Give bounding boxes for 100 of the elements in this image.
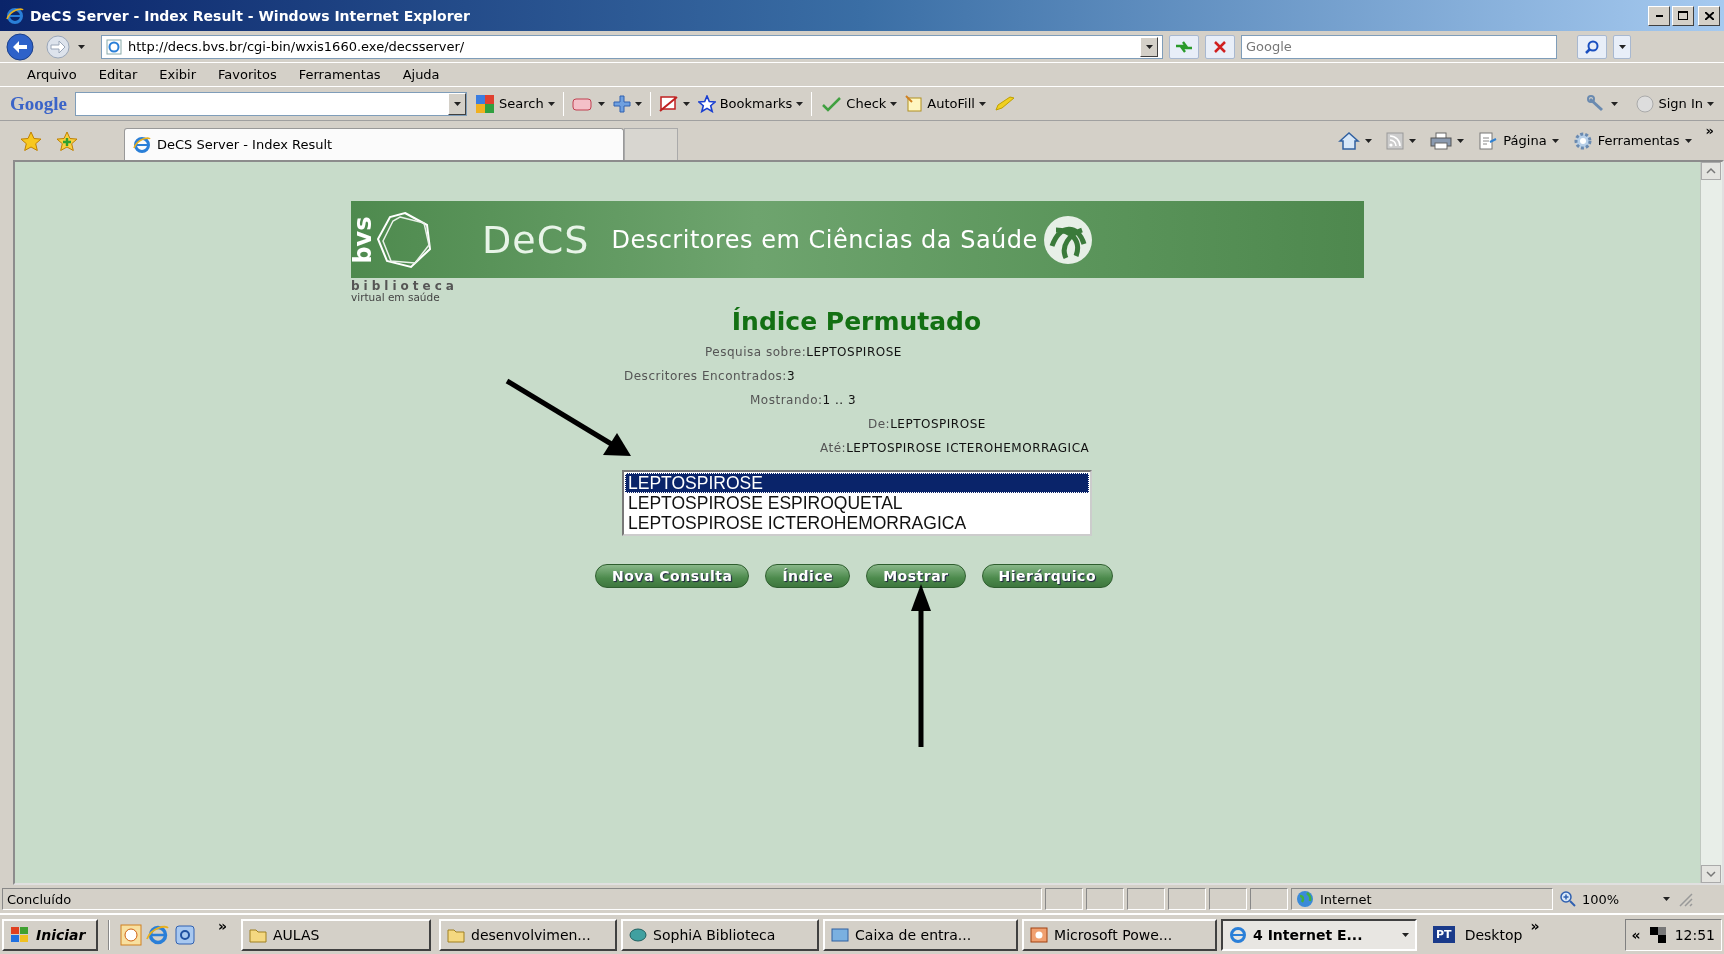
form-button[interactable]: Nova Consulta	[595, 564, 750, 588]
form-button[interactable]: Mostrar	[866, 564, 966, 588]
menu-item[interactable]: Ferramentas	[298, 67, 381, 82]
language-indicator[interactable]: PT	[1433, 926, 1455, 943]
toolbar-button[interactable]: Ferramentas	[1597, 133, 1680, 148]
caret-icon[interactable]	[1663, 897, 1670, 901]
caret-icon[interactable]	[682, 101, 690, 106]
search-button[interactable]	[1577, 34, 1607, 59]
browser-icon[interactable]	[146, 923, 170, 946]
caret-icon[interactable]	[1145, 44, 1153, 49]
taskbar-button[interactable]: 4 Internet E...	[1221, 918, 1418, 951]
taskbar-button[interactable]: Microsoft Powe...	[1022, 918, 1218, 951]
list-option[interactable]: LEPTOSPIROSE ESPIROQUETAL	[625, 493, 1089, 513]
caret-icon[interactable]	[1457, 138, 1465, 143]
dropdown-button[interactable]	[1140, 36, 1158, 57]
menu-item[interactable]: Favoritos	[218, 67, 277, 82]
list-option[interactable]: LEPTOSPIROSE	[625, 473, 1089, 493]
taskbar-label[interactable]: Desktop	[1464, 926, 1523, 943]
blocked-popup-icon[interactable]	[658, 94, 679, 113]
toolbar-search-field[interactable]	[75, 91, 467, 116]
menu-item[interactable]: Ajuda	[402, 67, 440, 82]
caret-icon[interactable]	[796, 101, 804, 106]
form-button[interactable]: Hierárquico	[981, 564, 1113, 588]
caret-icon[interactable]	[597, 101, 605, 106]
caret-icon[interactable]	[78, 44, 85, 49]
browser-icon	[1229, 925, 1248, 944]
clock-icon[interactable]	[120, 923, 142, 946]
dropdown-button[interactable]	[448, 92, 466, 115]
caret-icon[interactable]	[978, 101, 986, 106]
field-label: Descritores Encontrados:	[624, 369, 787, 383]
refresh-button[interactable]	[1169, 34, 1199, 59]
maximize-button[interactable]	[1672, 5, 1694, 26]
window-icon[interactable]	[174, 923, 196, 946]
field-value: LEPTOSPIROSE	[806, 345, 902, 359]
caret-icon[interactable]	[1707, 101, 1714, 106]
toolbar-button[interactable]: AutoFill	[927, 96, 975, 111]
caret-icon[interactable]	[1409, 138, 1417, 143]
field-value: LEPTOSPIROSE	[890, 417, 986, 431]
toolbar-button[interactable]: Sign In	[1658, 96, 1703, 111]
taskbar-button[interactable]: SophiA Biblioteca	[621, 918, 820, 951]
results-listbox[interactable]: LEPTOSPIROSE LEPTOSPIROSE ESPIROQUETAL LEPTOSPIROSE ICTEROHEMORRAGICA	[622, 470, 1092, 536]
chevron-button[interactable]: »	[1705, 123, 1714, 138]
browser-tab[interactable]: DeCS Server - Index Result	[124, 128, 624, 160]
search-icon	[1585, 39, 1599, 54]
taskbar-button[interactable]: desenvolvimen...	[439, 918, 618, 951]
circle-icon	[1636, 94, 1655, 113]
zoom-level[interactable]: 100%	[1582, 891, 1620, 907]
page-icon	[1478, 131, 1499, 150]
caret-icon[interactable]	[1365, 138, 1373, 143]
caption-text: biblioteca	[351, 281, 459, 292]
presentation-icon	[1030, 925, 1049, 944]
list-option[interactable]: LEPTOSPIROSE ICTEROHEMORRAGICA	[625, 513, 1089, 533]
home-icon[interactable]	[1338, 130, 1361, 151]
clock-text: 12:51	[1674, 926, 1715, 943]
caret-icon[interactable]	[890, 101, 898, 106]
taskbar-button[interactable]: Caixa de entra...	[823, 918, 1019, 951]
status-pane	[1168, 888, 1206, 910]
tray-icon[interactable]	[1648, 925, 1667, 944]
caret-icon[interactable]	[1402, 932, 1410, 937]
caret-icon[interactable]	[1618, 44, 1626, 49]
form-button[interactable]: Índice	[765, 564, 851, 588]
start-button[interactable]: Iniciar	[2, 918, 98, 951]
field-label: Mostrando:	[750, 393, 823, 407]
favorites-star-icon[interactable]	[20, 130, 42, 151]
stop-button[interactable]	[1205, 34, 1235, 59]
taskbar-button[interactable]: AULAS	[241, 918, 432, 951]
caret-icon[interactable]	[634, 101, 642, 106]
scroll-down-icon[interactable]	[1701, 865, 1721, 883]
status-pane	[1127, 888, 1165, 910]
star-icon	[697, 94, 716, 113]
caret-icon[interactable]	[1611, 101, 1619, 106]
toolbar-button[interactable]: Search	[499, 96, 544, 111]
toolbar-button[interactable]: Check	[846, 96, 887, 111]
caret-icon[interactable]	[453, 101, 461, 106]
scroll-up-icon[interactable]	[1701, 162, 1721, 180]
printer-icon[interactable]	[1430, 131, 1453, 150]
search-options-button[interactable]	[1613, 34, 1631, 59]
vertical-scrollbar[interactable]	[1700, 162, 1722, 883]
close-icon	[1214, 40, 1226, 53]
toolbar-button[interactable]: Página	[1503, 133, 1547, 148]
search-field[interactable]: Google	[1241, 34, 1557, 59]
chevron-button[interactable]: »	[218, 918, 228, 934]
status-pane	[1086, 888, 1124, 910]
field-value: LEPTOSPIROSE ICTEROHEMORRAGICA	[846, 441, 1090, 455]
minimize-button[interactable]	[1648, 5, 1670, 26]
url-text: http://decs.bvs.br/cgi-bin/wxis1660.exe/decsserver/	[128, 39, 465, 54]
browser-icon	[6, 6, 24, 25]
caret-icon[interactable]	[1551, 138, 1559, 143]
menu-item[interactable]: Exibir	[159, 67, 196, 82]
close-button[interactable]	[1698, 5, 1720, 26]
toolbar-button[interactable]: Bookmarks	[719, 96, 793, 111]
menu-item[interactable]: Arquivo	[27, 67, 77, 82]
menu-item[interactable]: Editar	[98, 67, 138, 82]
address-field[interactable]: http://decs.bvs.br/cgi-bin/wxis1660.exe/decsserver/	[101, 34, 1163, 59]
caret-icon[interactable]	[1684, 138, 1692, 143]
chevron-button[interactable]: »	[1530, 918, 1540, 934]
maximize-icon	[1678, 11, 1688, 20]
caret-icon[interactable]	[547, 101, 555, 106]
tray-expand-button[interactable]: «	[1631, 926, 1641, 943]
zoom-icon	[1560, 891, 1576, 907]
